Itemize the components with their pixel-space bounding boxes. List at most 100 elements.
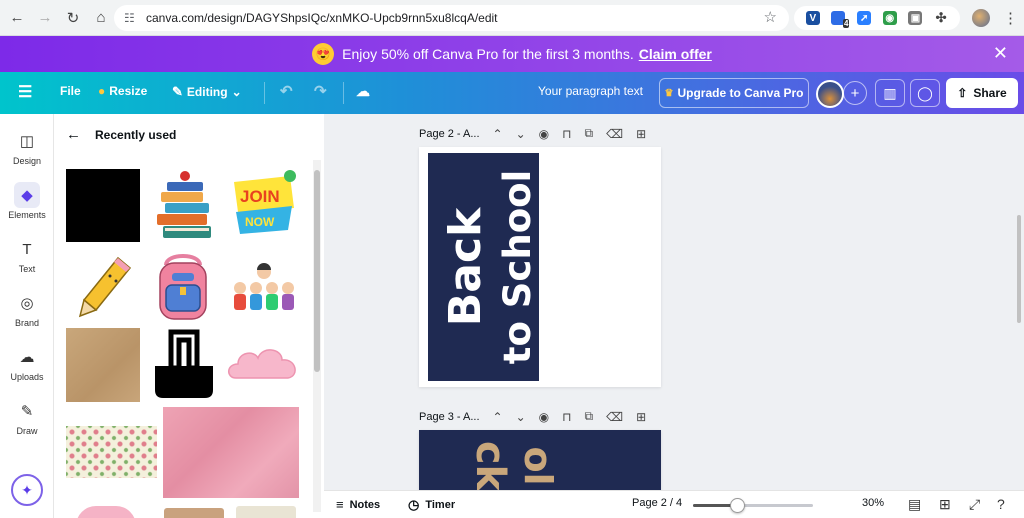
share-button[interactable]: ⇧ Share: [946, 78, 1018, 108]
chevron-down-icon[interactable]: ⌄: [516, 410, 526, 424]
page-label[interactable]: Page 2 - A...: [419, 128, 480, 140]
cloud-saved-icon[interactable]: ☁: [356, 83, 370, 100]
close-icon[interactable]: ✕: [993, 43, 1008, 64]
panel-scrollbar[interactable]: [313, 160, 321, 512]
insights-chart-icon[interactable]: ▥: [875, 79, 905, 107]
notes-label: Notes: [349, 498, 381, 511]
site-info-icon[interactable]: ☷: [124, 11, 135, 25]
pencil-element[interactable]: [74, 254, 134, 320]
page-2-canvas[interactable]: Back to School: [419, 147, 661, 387]
back-icon[interactable]: ←: [6, 7, 28, 29]
to-school-heading: to School: [496, 170, 539, 364]
address-bar[interactable]: ☷ canva.com/design/DAGYShpsIQc/xnMKO-Upc…: [114, 5, 789, 31]
draw-icon: ✎: [20, 403, 34, 420]
pink-crumpled-paper-element[interactable]: [163, 407, 299, 498]
reload-icon[interactable]: ↻: [62, 7, 84, 29]
resize-button[interactable]: ● Resize: [98, 84, 147, 98]
brown-tag-element[interactable]: [164, 508, 224, 518]
extension-record-icon[interactable]: ◉: [882, 11, 897, 25]
timer-label: Timer: [425, 499, 456, 511]
page-2-header: Page 2 - A... ⌃ ⌄ ◉ ⊓ ⧉ ⌫ ⊞: [419, 126, 646, 141]
file-menu-button[interactable]: File: [60, 84, 81, 98]
rail-item-uploads[interactable]: ☁ Uploads: [0, 344, 54, 382]
zoom-slider-knob[interactable]: [730, 498, 746, 513]
avatar[interactable]: [816, 80, 844, 108]
crown-icon: ♛: [664, 87, 674, 99]
rail-item-design[interactable]: ◫ Design: [0, 128, 54, 166]
elements-panel: ← Recently used JOIN NOW: [54, 114, 324, 518]
extensions-puzzle-icon[interactable]: ✣: [934, 10, 948, 25]
workspace-scrollbar[interactable]: [1017, 215, 1021, 323]
profile-avatar[interactable]: [972, 9, 990, 27]
join-text: JOIN: [240, 187, 280, 206]
lock-icon[interactable]: ⊓: [562, 127, 571, 141]
hide-eye-icon[interactable]: ◉: [539, 410, 549, 424]
trash-icon[interactable]: ⌫: [606, 127, 623, 141]
duplicate-icon[interactable]: ⧉: [585, 126, 594, 141]
kids-group-element[interactable]: [228, 262, 300, 314]
black-square-element[interactable]: [66, 169, 140, 242]
editing-mode-button[interactable]: ✎ Editing ⌄: [172, 84, 242, 100]
undo-icon[interactable]: ↶: [280, 82, 293, 100]
upgrade-button[interactable]: ♛ Upgrade to Canva Pro: [659, 78, 809, 108]
redo-icon[interactable]: ↷: [314, 82, 327, 100]
backpack-element[interactable]: [148, 251, 218, 323]
extension-screen-icon[interactable]: ▣: [908, 11, 923, 25]
add-page-icon[interactable]: ⊞: [636, 410, 646, 424]
rail-item-text[interactable]: T Text: [0, 236, 54, 275]
back-arrow-icon[interactable]: ←: [66, 126, 81, 143]
bottom-bar: ≡ Notes ◷ Timer Page 2 / 4 30% ▤ ⊞ ⤢ ?: [324, 490, 1024, 518]
rail-item-elements[interactable]: ◆ Elements: [0, 182, 54, 220]
pink-cloud-element[interactable]: [226, 342, 302, 386]
zoom-level[interactable]: 30%: [862, 497, 884, 509]
browser-menu-icon[interactable]: ⋮: [1003, 9, 1018, 27]
help-icon[interactable]: ?: [997, 496, 1005, 512]
paper-note-element[interactable]: [236, 506, 296, 518]
join-now-element[interactable]: JOIN NOW: [230, 168, 298, 240]
extension-arrow-icon[interactable]: ➚: [857, 11, 872, 25]
grid-view-icon[interactable]: ▤: [908, 496, 921, 513]
books-element[interactable]: [151, 168, 216, 244]
promo-text: Enjoy 50% off Canva Pro for the first 3 …: [342, 46, 634, 62]
chevron-up-icon[interactable]: ⌃: [493, 127, 503, 141]
zoom-slider[interactable]: [693, 498, 813, 513]
scrollbar-thumb[interactable]: [314, 170, 320, 372]
hamburger-menu-icon[interactable]: ☰: [18, 82, 32, 102]
page-3-canvas[interactable]: ck ol: [419, 430, 661, 490]
page-label[interactable]: Page 3 - A...: [419, 411, 480, 423]
chevron-down-icon[interactable]: ⌄: [516, 127, 526, 141]
fullscreen-icon[interactable]: ⤢: [969, 496, 980, 513]
binder-clip-element[interactable]: [149, 328, 219, 402]
rail-item-draw[interactable]: ✎ Draw: [0, 398, 54, 436]
duplicate-icon[interactable]: ⧉: [585, 409, 594, 424]
chevron-down-icon: ⌄: [231, 85, 242, 99]
rail-label: Brand: [14, 318, 40, 328]
hide-eye-icon[interactable]: ◉: [539, 127, 549, 141]
timer-button[interactable]: ◷ Timer: [408, 497, 455, 513]
rail-item-brand[interactable]: ◎ Brand: [0, 290, 54, 328]
floral-pattern-element[interactable]: [66, 426, 157, 478]
extension-badge-icon[interactable]: 4: [831, 11, 850, 28]
navy-rectangle[interactable]: Back to School: [428, 153, 539, 381]
claim-offer-link[interactable]: Claim offer: [639, 46, 712, 62]
canvas-workspace: Page 2 - A... ⌃ ⌄ ◉ ⊓ ⧉ ⌫ ⊞ Back to Scho…: [324, 114, 1024, 490]
lock-icon[interactable]: ⊓: [562, 410, 571, 424]
magic-sparkle-icon[interactable]: ✦: [11, 474, 43, 506]
notes-button[interactable]: ≡ Notes: [336, 497, 380, 512]
add-collaborator-button[interactable]: +: [843, 81, 867, 105]
page-indicator[interactable]: Page 2 / 4: [632, 497, 682, 509]
trash-icon[interactable]: ⌫: [606, 410, 623, 424]
comment-icon[interactable]: ◯: [910, 79, 940, 107]
home-icon[interactable]: ⌂: [90, 7, 112, 29]
design-title[interactable]: Your paragraph text: [538, 84, 643, 98]
chevron-up-icon[interactable]: ⌃: [493, 410, 503, 424]
extension-v-icon[interactable]: V: [805, 11, 820, 25]
toolbar-divider: [264, 82, 265, 104]
pink-shape-element[interactable]: [76, 506, 136, 518]
kraft-paper-texture-element[interactable]: [66, 328, 140, 402]
bookmark-star-icon[interactable]: ☆: [764, 8, 777, 26]
forward-icon[interactable]: →: [34, 7, 56, 29]
page-3-header: Page 3 - A... ⌃ ⌄ ◉ ⊓ ⧉ ⌫ ⊞: [419, 409, 646, 424]
add-page-icon[interactable]: ⊞: [636, 127, 646, 141]
thumbnails-icon[interactable]: ⊞: [939, 496, 951, 513]
